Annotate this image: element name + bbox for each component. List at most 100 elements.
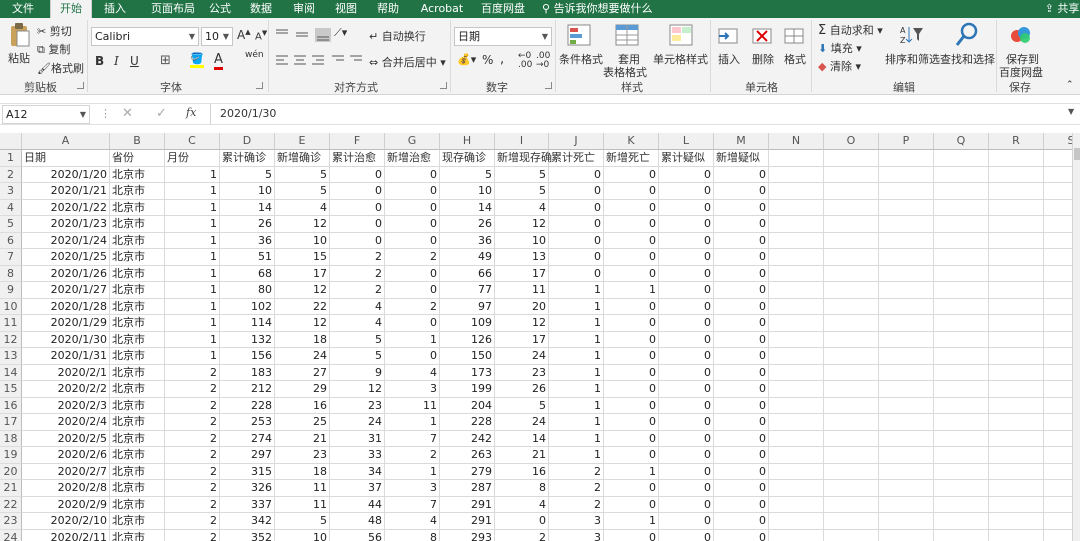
table-cell[interactable]: 12 (495, 216, 549, 233)
table-cell[interactable]: 0 (330, 183, 385, 200)
empty-cell[interactable] (879, 397, 934, 414)
collapse-ribbon-icon[interactable]: ⌃ (1066, 80, 1074, 90)
find-icon[interactable] (954, 21, 980, 49)
empty-cell[interactable] (934, 166, 989, 183)
table-cell[interactable]: 0 (659, 282, 714, 299)
table-cell[interactable]: 2 (549, 463, 604, 480)
alignment-launcher-icon[interactable] (440, 82, 447, 89)
table-cell[interactable]: 0 (549, 265, 604, 282)
table-cell[interactable]: 7 (385, 496, 440, 513)
cell-styles-button[interactable]: 单元格样式 (653, 51, 708, 67)
row-header[interactable]: 15 (0, 381, 22, 398)
table-cell[interactable]: 2020/1/20 (22, 166, 110, 183)
row-header[interactable]: 23 (0, 513, 22, 530)
column-header[interactable]: S (1044, 133, 1072, 150)
empty-cell[interactable] (879, 183, 934, 200)
conditional-format-icon[interactable] (566, 23, 594, 49)
table-format-label-2[interactable]: 表格格式 (603, 64, 647, 80)
empty-cell[interactable] (879, 150, 934, 167)
increase-decimal-icon[interactable]: ←0.00 (518, 52, 532, 70)
table-cell[interactable]: 0 (604, 364, 659, 381)
empty-cell[interactable] (824, 430, 879, 447)
column-header[interactable]: O (824, 133, 879, 150)
table-cell[interactable]: 68 (220, 265, 275, 282)
table-cell[interactable]: 2 (385, 298, 440, 315)
table-cell[interactable]: 1 (165, 216, 220, 233)
table-cell[interactable]: 北京市 (110, 496, 165, 513)
table-cell[interactable]: 北京市 (110, 447, 165, 464)
table-cell[interactable]: 263 (440, 447, 495, 464)
table-cell[interactable]: 2020/2/3 (22, 397, 110, 414)
table-cell[interactable]: 27 (275, 364, 330, 381)
row-header[interactable]: 22 (0, 496, 22, 513)
table-cell[interactable]: 11 (385, 397, 440, 414)
empty-cell[interactable] (769, 150, 824, 167)
table-cell[interactable]: 18 (275, 331, 330, 348)
empty-cell[interactable] (879, 414, 934, 431)
column-header[interactable]: P (879, 133, 934, 150)
table-cell[interactable]: 26 (440, 216, 495, 233)
header-cell[interactable]: 月份 (165, 150, 220, 167)
row-header[interactable]: 13 (0, 348, 22, 365)
table-cell[interactable]: 66 (440, 265, 495, 282)
sort-filter-icon[interactable]: AZ (898, 22, 926, 48)
empty-cell[interactable] (934, 513, 989, 530)
table-cell[interactable]: 4 (275, 199, 330, 216)
table-cell[interactable]: 0 (385, 166, 440, 183)
empty-cell[interactable] (989, 232, 1044, 249)
empty-cell[interactable] (934, 397, 989, 414)
table-cell[interactable]: 北京市 (110, 529, 165, 541)
table-cell[interactable]: 4 (385, 513, 440, 530)
table-cell[interactable]: 24 (330, 414, 385, 431)
empty-cell[interactable] (1044, 200, 1072, 216)
table-cell[interactable]: 34 (330, 463, 385, 480)
table-cell[interactable]: 1 (549, 315, 604, 332)
table-cell[interactable]: 279 (440, 463, 495, 480)
empty-cell[interactable] (824, 447, 879, 464)
table-cell[interactable]: 36 (440, 232, 495, 249)
empty-cell[interactable] (934, 414, 989, 431)
empty-cell[interactable] (769, 463, 824, 480)
wrap-text-button[interactable]: ↵ 自动换行 (369, 28, 426, 44)
empty-cell[interactable] (824, 496, 879, 513)
empty-cell[interactable] (879, 216, 934, 233)
table-cell[interactable]: 北京市 (110, 298, 165, 315)
table-cell[interactable]: 1 (549, 397, 604, 414)
empty-cell[interactable] (879, 529, 934, 541)
table-cell[interactable]: 1 (549, 282, 604, 299)
table-cell[interactable]: 0 (659, 216, 714, 233)
select-all-corner[interactable] (0, 133, 22, 150)
table-cell[interactable]: 1 (604, 513, 659, 530)
empty-cell[interactable] (824, 298, 879, 315)
table-cell[interactable]: 1 (165, 199, 220, 216)
row-header[interactable]: 6 (0, 232, 22, 249)
empty-cell[interactable] (879, 265, 934, 282)
column-header[interactable]: E (275, 133, 330, 150)
table-cell[interactable]: 13 (495, 249, 549, 266)
empty-cell[interactable] (824, 463, 879, 480)
table-cell[interactable]: 1 (549, 298, 604, 315)
table-cell[interactable]: 0 (549, 249, 604, 266)
empty-cell[interactable] (989, 496, 1044, 513)
empty-cell[interactable] (1044, 431, 1072, 447)
empty-cell[interactable] (769, 414, 824, 431)
table-cell[interactable]: 北京市 (110, 414, 165, 431)
empty-cell[interactable] (989, 183, 1044, 200)
table-cell[interactable]: 0 (714, 397, 769, 414)
empty-cell[interactable] (824, 529, 879, 541)
table-cell[interactable]: 20 (495, 298, 549, 315)
table-cell[interactable]: 1 (549, 364, 604, 381)
table-cell[interactable]: 297 (220, 447, 275, 464)
empty-cell[interactable] (879, 381, 934, 398)
table-cell[interactable]: 0 (604, 315, 659, 332)
table-cell[interactable]: 5 (275, 513, 330, 530)
table-cell[interactable]: 0 (714, 447, 769, 464)
empty-cell[interactable] (989, 249, 1044, 266)
table-cell[interactable]: 2020/1/27 (22, 282, 110, 299)
table-cell[interactable]: 12 (275, 315, 330, 332)
empty-cell[interactable] (769, 364, 824, 381)
table-cell[interactable]: 4 (330, 298, 385, 315)
table-cell[interactable]: 0 (714, 265, 769, 282)
table-cell[interactable]: 0 (604, 232, 659, 249)
empty-cell[interactable] (769, 430, 824, 447)
